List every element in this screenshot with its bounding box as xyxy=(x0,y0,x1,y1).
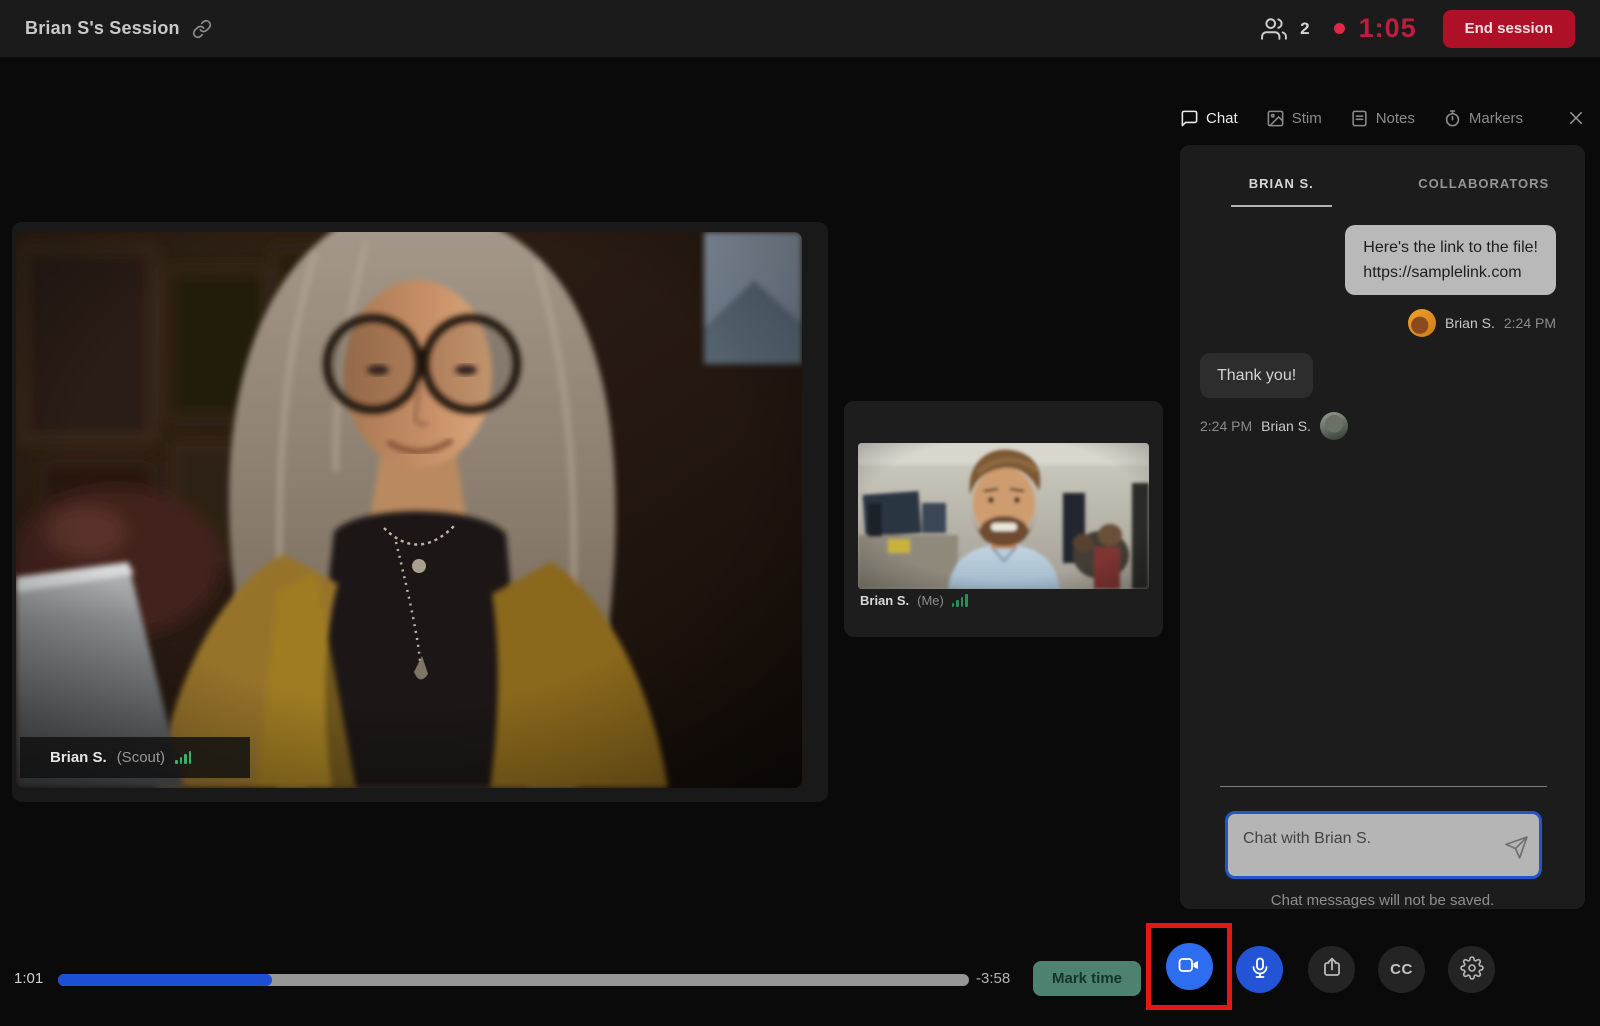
chat-footnote: Chat messages will not be saved. xyxy=(1180,892,1585,909)
message-meta: Brian S. 2:24 PM xyxy=(1408,309,1556,337)
gear-icon xyxy=(1460,956,1484,983)
tab-collaborators-label: COLLABORATORS xyxy=(1400,176,1567,207)
message-meta: 2:24 PM Brian S. xyxy=(1200,412,1348,440)
tab-markers-label: Markers xyxy=(1469,110,1523,127)
stopwatch-icon xyxy=(1443,109,1462,128)
microphone-icon xyxy=(1248,956,1272,983)
send-message-icon[interactable] xyxy=(1504,835,1529,860)
tab-chat-label: Chat xyxy=(1206,110,1238,127)
participant-role: (Scout) xyxy=(117,749,165,766)
camera-toggle-button[interactable] xyxy=(1166,943,1213,990)
message-line: Thank you! xyxy=(1217,363,1296,388)
main-video-tile: Brian S. (Scout) xyxy=(12,222,828,802)
remaining-time: -3:58 xyxy=(976,971,1010,987)
avatar xyxy=(1408,309,1436,337)
message-line: https://samplelink.com xyxy=(1363,260,1538,285)
end-session-button[interactable]: End session xyxy=(1443,10,1575,48)
mark-time-button[interactable]: Mark time xyxy=(1033,961,1141,996)
chat-spacer xyxy=(1180,440,1585,786)
self-video-tile: Brian S. (Me) xyxy=(844,401,1163,637)
top-bar-right: 2 1:05 End session xyxy=(1261,10,1575,48)
timeline-scrubber[interactable] xyxy=(58,974,969,986)
tab-participant-chat[interactable]: BRIAN S. xyxy=(1180,145,1383,207)
cc-label: CC xyxy=(1390,961,1413,978)
tab-collaborators-chat[interactable]: COLLABORATORS xyxy=(1383,145,1586,207)
participant-name-label: Brian S. (Scout) xyxy=(20,737,250,778)
message-time: 2:24 PM xyxy=(1504,315,1556,331)
closed-captions-button[interactable]: CC xyxy=(1378,946,1425,993)
controls-bar: 1:01 -3:58 Mark time CC xyxy=(0,908,1600,1026)
top-bar: Brian S's Session 2 1:05 End session xyxy=(0,0,1600,57)
participants-count: 2 xyxy=(1300,19,1309,39)
app-root: Brian S's Session 2 1:05 End session xyxy=(0,0,1600,1026)
session-title-group: Brian S's Session xyxy=(25,18,212,39)
participant-video-frame xyxy=(16,232,802,788)
signal-strength-icon xyxy=(175,751,191,764)
timeline-progress-fill xyxy=(58,974,272,986)
recording-dot-icon xyxy=(1334,23,1345,34)
chat-message-incoming: Thank you! xyxy=(1200,353,1313,398)
tab-markers[interactable]: Markers xyxy=(1443,109,1523,128)
close-panel-icon[interactable] xyxy=(1567,109,1587,127)
self-video-frame xyxy=(858,443,1149,589)
message-line: Here's the link to the file! xyxy=(1363,235,1538,260)
copy-link-icon[interactable] xyxy=(192,19,212,39)
elapsed-time: 1:01 xyxy=(14,971,43,987)
avatar xyxy=(1320,412,1348,440)
message-sender: Brian S. xyxy=(1261,418,1311,434)
video-camera-icon xyxy=(1177,953,1201,980)
image-icon xyxy=(1266,109,1285,128)
session-title: Brian S's Session xyxy=(25,18,180,39)
tab-notes-label: Notes xyxy=(1376,110,1415,127)
settings-button[interactable] xyxy=(1448,946,1495,993)
share-icon xyxy=(1320,956,1344,983)
signal-strength-icon xyxy=(952,594,968,607)
chat-panel: BRIAN S. COLLABORATORS Here's the link t… xyxy=(1180,145,1585,909)
self-name: Brian S. xyxy=(860,593,909,608)
notes-document-icon xyxy=(1350,109,1369,128)
participant-name: Brian S. xyxy=(50,749,107,766)
sidebar-tab-strip: Chat Stim Notes Markers xyxy=(1180,98,1587,138)
message-time: 2:24 PM xyxy=(1200,418,1252,434)
self-name-label: Brian S. (Me) xyxy=(860,593,968,608)
tab-notes[interactable]: Notes xyxy=(1350,109,1415,128)
tab-participant-label: BRIAN S. xyxy=(1231,176,1332,207)
participant-video: Brian S. (Scout) xyxy=(16,232,802,788)
chat-bubble-icon xyxy=(1180,109,1199,128)
chat-message-outgoing: Here's the link to the file! https://sam… xyxy=(1345,225,1556,295)
chat-divider xyxy=(1220,786,1547,787)
tab-stim-label: Stim xyxy=(1292,110,1322,127)
self-video xyxy=(858,443,1149,589)
chat-audience-tabs: BRIAN S. COLLABORATORS xyxy=(1180,145,1585,207)
tab-stim[interactable]: Stim xyxy=(1266,109,1322,128)
microphone-toggle-button[interactable] xyxy=(1236,946,1283,993)
self-role: (Me) xyxy=(917,593,944,608)
participants-icon[interactable] xyxy=(1261,16,1287,42)
recording-timer: 1:05 xyxy=(1359,13,1417,44)
chat-message-list: Here's the link to the file! https://sam… xyxy=(1180,207,1585,440)
chat-input-group xyxy=(1225,811,1542,879)
share-screen-button[interactable] xyxy=(1308,946,1355,993)
tab-chat[interactable]: Chat xyxy=(1180,109,1238,128)
highlight-annotation-box xyxy=(1146,923,1232,1010)
message-sender: Brian S. xyxy=(1445,315,1495,331)
chat-input[interactable] xyxy=(1225,811,1542,879)
